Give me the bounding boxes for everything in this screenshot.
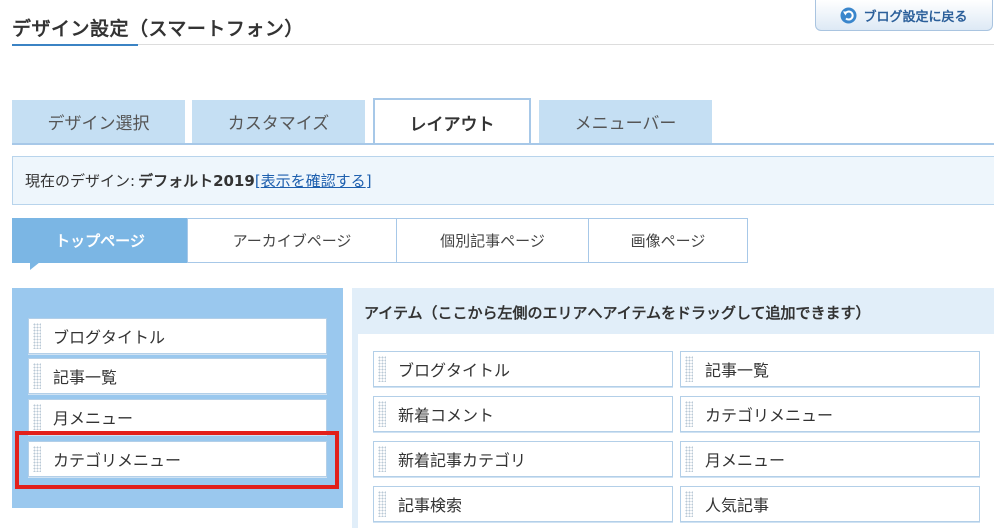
tab-label: メニューバー (574, 114, 677, 134)
layout-item[interactable]: 記事一覧 (28, 358, 327, 394)
drag-handle-icon[interactable] (378, 356, 386, 382)
tab-customize[interactable]: カスタマイズ (192, 100, 365, 143)
drag-handle-icon[interactable] (685, 446, 693, 472)
available-item-label: 記事検索 (398, 496, 463, 515)
layout-item-label: 月メニュー (53, 409, 134, 428)
available-item[interactable]: 記事検索 (373, 486, 673, 522)
available-item[interactable]: カテゴリメニュー (680, 396, 980, 432)
current-design-name: デフォルト2019 (138, 172, 255, 190)
items-panel-header: アイテム（ここから左側のエリアへアイテムをドラッグして追加できます） (364, 304, 871, 322)
page-title-container: デザイン設定（スマートフォン） (12, 8, 303, 46)
layout-item[interactable]: 月メニュー (28, 399, 327, 435)
available-item-label: カテゴリメニュー (705, 406, 834, 425)
subtab-archive-page[interactable]: アーカイブページ (187, 218, 397, 263)
available-item-label: ブログタイトル (398, 361, 511, 380)
available-item[interactable]: 記事一覧 (680, 351, 980, 387)
tab-layout[interactable]: レイアウト (373, 98, 531, 145)
subtab-label: 個別記事ページ (440, 232, 545, 250)
tab-menubar[interactable]: メニューバー (539, 100, 712, 143)
drag-handle-icon[interactable] (685, 401, 693, 427)
available-item-label: 新着記事カテゴリ (398, 451, 527, 470)
drag-handle-icon[interactable] (378, 446, 386, 472)
available-item[interactable]: 人気記事 (680, 486, 980, 522)
drag-handle-icon[interactable] (685, 491, 693, 517)
available-item[interactable]: ブログタイトル (373, 351, 673, 387)
back-button-label: ブログ設定に戻る (863, 9, 968, 25)
subtab-label: トップページ (55, 232, 145, 250)
subtab-top-page[interactable]: トップページ (12, 218, 188, 263)
back-to-blog-settings-button[interactable]: ブログ設定に戻る (815, 0, 993, 31)
subtab-label: 画像ページ (630, 232, 706, 250)
current-design-bar: 現在のデザイン: デフォルト2019 [ 表示を確認する ] (12, 156, 994, 205)
page-title: デザイン設定（スマートフォン） (12, 18, 304, 40)
tab-design-select[interactable]: デザイン選択 (12, 100, 185, 143)
tab-label: デザイン選択 (47, 114, 150, 134)
drag-handle-icon[interactable] (33, 363, 41, 389)
tab-label: レイアウト (409, 115, 495, 135)
tab-label: カスタマイズ (227, 114, 330, 134)
highlight-box (15, 431, 339, 489)
layout-item-label: ブログタイトル (53, 328, 166, 347)
tabs-underline (12, 143, 994, 145)
subtab-image-page[interactable]: 画像ページ (588, 218, 748, 263)
available-item-label: 新着コメント (398, 406, 495, 425)
undo-arrow-icon (840, 7, 857, 24)
current-design-prefix: 現在のデザイン: (25, 172, 136, 190)
bracket-close: ] (365, 171, 372, 190)
subtab-label: アーカイブページ (232, 232, 352, 250)
available-item-label: 月メニュー (705, 451, 786, 470)
layout-item-label: 記事一覧 (53, 368, 118, 387)
available-item-label: 記事一覧 (705, 361, 770, 380)
view-design-link[interactable]: 表示を確認する (261, 170, 366, 191)
active-subtab-pointer (30, 262, 40, 270)
available-item-label: 人気記事 (705, 496, 770, 515)
available-item[interactable]: 月メニュー (680, 441, 980, 477)
drag-handle-icon[interactable] (33, 323, 41, 349)
drag-handle-icon[interactable] (378, 401, 386, 427)
available-item[interactable]: 新着コメント (373, 396, 673, 432)
layout-item[interactable]: ブログタイトル (28, 318, 327, 354)
title-divider (138, 44, 994, 45)
drag-handle-icon[interactable] (33, 404, 41, 430)
drag-handle-icon[interactable] (685, 356, 693, 382)
available-item[interactable]: 新着記事カテゴリ (373, 441, 673, 477)
subtab-article-page[interactable]: 個別記事ページ (396, 218, 589, 263)
drag-handle-icon[interactable] (378, 491, 386, 517)
